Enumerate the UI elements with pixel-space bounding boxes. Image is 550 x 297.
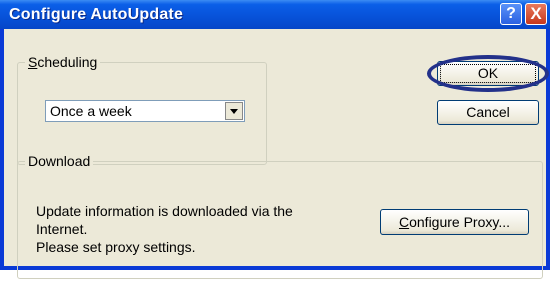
configure-proxy-label: Configure Proxy... (398, 214, 511, 230)
scheduling-group-label: Scheduling (25, 53, 101, 71)
chevron-down-icon[interactable] (225, 102, 243, 120)
close-icon[interactable]: X (525, 3, 547, 25)
schedule-select-value: Once a week (50, 103, 132, 119)
cancel-button[interactable]: Cancel (437, 100, 539, 125)
download-desc-line1: Update information is downloaded via the (36, 203, 293, 219)
configure-proxy-button[interactable]: Configure Proxy... (380, 209, 529, 235)
title-bar[interactable]: Configure AutoUpdate ? X (0, 0, 550, 29)
help-icon[interactable]: ? (500, 3, 522, 25)
download-desc-line2: Internet. (36, 221, 88, 237)
ok-button[interactable]: OK (437, 61, 539, 86)
download-desc-line3: Please set proxy settings. (36, 239, 196, 255)
schedule-select[interactable]: Once a week (45, 100, 245, 122)
focus-rect (440, 64, 536, 83)
download-description: Update information is downloaded via the… (36, 202, 356, 256)
download-group-label: Download (25, 152, 94, 170)
cancel-button-label: Cancel (466, 104, 510, 120)
window-title: Configure AutoUpdate (9, 6, 184, 23)
